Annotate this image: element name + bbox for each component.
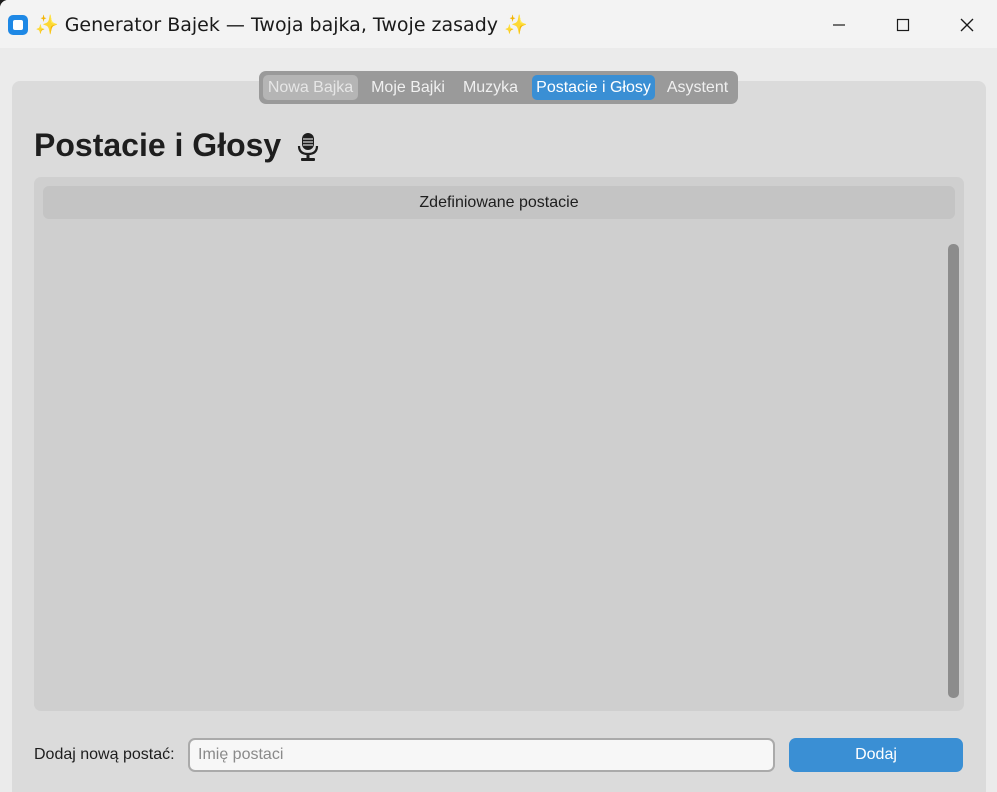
minimize-button[interactable] [807,0,871,48]
tab-nowa-bajka[interactable]: Nowa Bajka [263,75,358,100]
window-title: ✨ Generator Bajek — Twoja bajka, Twoje z… [35,14,528,36]
tab-postacie-i-glosy[interactable]: Postacie i Głosy [532,75,655,100]
title-bar[interactable]: ✨ Generator Bajek — Twoja bajka, Twoje z… [0,0,997,48]
app-icon [8,15,28,35]
page-title: Postacie i Głosy [34,127,282,163]
close-icon [960,18,974,32]
tab-muzyka[interactable]: Muzyka [457,75,524,100]
characters-scrollbar[interactable] [948,244,959,698]
characters-list-header: Zdefiniowane postacie [43,186,955,219]
microphone-icon [297,133,319,161]
character-name-input[interactable] [188,738,775,772]
add-character-label: Dodaj nową postać: [34,746,175,763]
add-character-button[interactable]: Dodaj [789,738,963,772]
app-window: ✨ Generator Bajek — Twoja bajka, Twoje z… [0,0,997,792]
close-button[interactable] [935,0,997,48]
characters-list[interactable] [34,177,964,711]
maximize-button[interactable] [871,0,935,48]
tab-moje-bajki[interactable]: Moje Bajki [363,75,453,100]
maximize-icon [896,18,910,32]
minimize-icon [833,24,845,26]
tab-bar: Nowa Bajka Moje Bajki Muzyka Postacie i … [259,71,738,104]
tab-asystent[interactable]: Asystent [661,75,734,100]
